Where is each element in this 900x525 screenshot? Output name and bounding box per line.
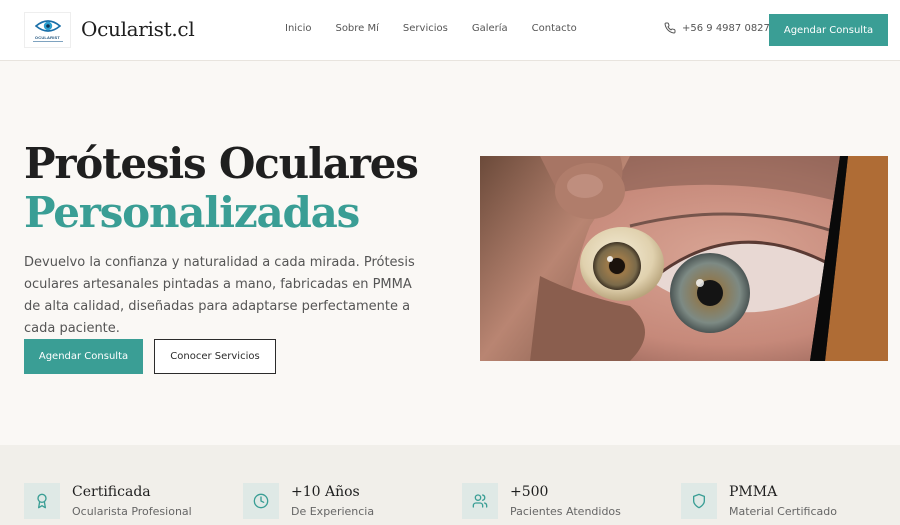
stat-experience-subtitle: De Experiencia: [291, 505, 375, 518]
nav-contacto[interactable]: Contacto: [532, 23, 577, 34]
stat-material-icon-box: [681, 483, 717, 519]
clock-icon: [253, 493, 269, 509]
main-nav: Inicio Sobre Mí Servicios Galería Contac…: [285, 23, 601, 34]
logo[interactable]: OCULARIST: [24, 12, 71, 48]
hero-photo: [480, 156, 888, 361]
phone-link[interactable]: +56 9 4987 0827: [664, 22, 770, 34]
award-icon: [37, 493, 47, 509]
eye-logo-icon: [34, 20, 61, 32]
stat-certified-title: Certificada: [72, 484, 151, 500]
nav-inicio[interactable]: Inicio: [285, 23, 311, 34]
header-schedule-button[interactable]: Agendar Consulta: [769, 14, 888, 46]
logo-text: OCULARIST: [34, 35, 61, 40]
logo-underline: [32, 41, 63, 42]
stat-certified-icon-box: [24, 483, 60, 519]
stat-certified-subtitle: Ocularista Profesional: [72, 505, 192, 518]
stat-material-subtitle: Material Certificado: [729, 505, 837, 518]
hero-title-line1: Prótesis Oculares: [24, 139, 419, 188]
nav-galeria[interactable]: Galería: [472, 23, 508, 34]
nav-sobre-mi[interactable]: Sobre Mí: [335, 23, 378, 34]
shield-icon: [693, 493, 705, 509]
stat-material-title: PMMA: [729, 484, 778, 500]
site-header: OCULARIST Ocularist.cl Inicio Sobre Mí S…: [0, 0, 900, 61]
hero-description: Devuelvo la confianza y naturalidad a ca…: [24, 255, 415, 336]
view-services-button[interactable]: Conocer Servicios: [154, 339, 276, 374]
hero-title-line2: Personalizadas: [24, 188, 360, 237]
phone-icon: [664, 22, 676, 34]
nav-servicios[interactable]: Servicios: [403, 23, 448, 34]
phone-number: +56 9 4987 0827: [682, 22, 770, 34]
brand-name[interactable]: Ocularist.cl: [81, 17, 195, 41]
stat-patients-subtitle: Pacientes Atendidos: [510, 505, 621, 518]
users-icon: [472, 494, 488, 508]
prosthesis-photo-illustration: [480, 156, 888, 361]
stat-experience-title: +10 Años: [291, 484, 360, 500]
stat-experience-icon-box: [243, 483, 279, 519]
stat-patients-title: +500: [510, 484, 549, 500]
stat-patients-icon-box: [462, 483, 498, 519]
schedule-consultation-button[interactable]: Agendar Consulta: [24, 339, 143, 374]
